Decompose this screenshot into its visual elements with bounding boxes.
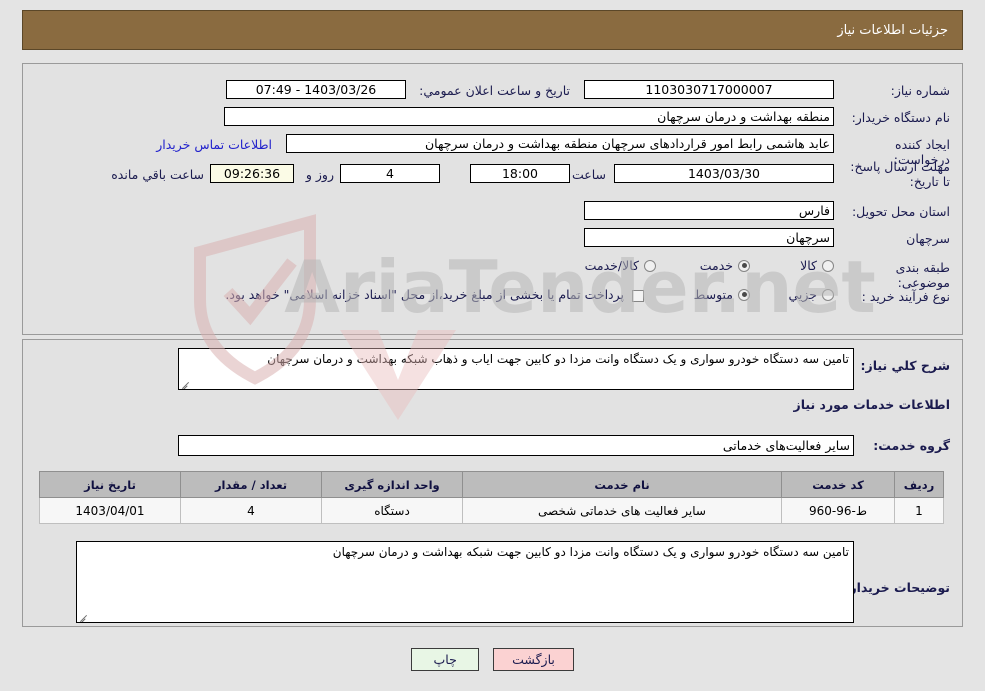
deadline-label: مهلت ارسال پاسخ: تا تاریخ:: [850, 159, 950, 189]
requester-field[interactable]: عابد هاشمی رابط امور قراردادهای سرچهان م…: [286, 134, 834, 153]
cell-index: 1: [894, 497, 944, 524]
col-index: ردیف: [894, 471, 944, 498]
general-description-textarea[interactable]: تامین سه دستگاه خودرو سواری و یک دستگاه …: [178, 348, 854, 390]
remaining-days-label: روز و: [305, 167, 334, 182]
category-option-label-2: کالا/خدمت: [584, 258, 639, 273]
city-field[interactable]: سرچهان: [584, 228, 834, 247]
action-button-bar: بازگشت چاپ: [0, 648, 985, 671]
buyer-org-label: نام دستگاه خریدار:: [851, 110, 950, 125]
resize-grip-icon[interactable]: [181, 379, 191, 389]
remaining-time-label: ساعت باقي مانده: [111, 167, 204, 182]
window-titlebar: جزئیات اطلاعات نیاز: [22, 10, 963, 50]
process-radio-motevasset[interactable]: متوسط: [694, 287, 750, 302]
province-field[interactable]: فارس: [584, 201, 834, 220]
col-quantity: تعداد / مقدار: [180, 471, 322, 498]
radio-icon-kala-khedmat[interactable]: [644, 259, 656, 272]
announcement-datetime-field[interactable]: 1403/03/26 - 07:49: [226, 80, 406, 99]
buyer-notes-label: توضیحات خریدار:: [844, 580, 950, 595]
radio-icon-jozi[interactable]: [822, 288, 834, 301]
need-number-field[interactable]: 1103030717000007: [584, 80, 834, 99]
buyer-org-field[interactable]: منطقه بهداشت و درمان سرچهان: [224, 107, 834, 126]
page-title: جزئیات اطلاعات نیاز: [837, 22, 948, 38]
col-name: نام خدمت: [462, 471, 782, 498]
table-header-row: ردیف کد خدمت نام خدمت واحد اندازه گیری ت…: [39, 471, 944, 498]
deadline-date-field[interactable]: 1403/03/30: [614, 164, 834, 183]
cell-code: ط-96-960: [781, 497, 895, 524]
remaining-days-field[interactable]: 4: [340, 164, 440, 183]
category-radio-khedmat[interactable]: خدمت: [700, 258, 750, 273]
radio-icon-khedmat[interactable]: [738, 259, 750, 272]
radio-icon-kala[interactable]: [822, 259, 834, 272]
col-date: تاریخ نیاز: [39, 471, 181, 498]
category-label: طبقه بندی موضوعی:: [895, 260, 950, 290]
need-info-panel: شماره نیاز: 1103030717000007 تاریخ و ساع…: [22, 63, 963, 335]
category-option-label-1: خدمت: [699, 258, 733, 273]
table-row[interactable]: 1 ط-96-960 سایر فعالیت های خدماتی شخصی د…: [39, 497, 944, 524]
resize-grip-icon-notes[interactable]: [79, 612, 89, 622]
services-table: ردیف کد خدمت نام خدمت واحد اندازه گیری ت…: [39, 471, 944, 524]
deadline-hour-label: ساعت: [571, 167, 606, 182]
treasury-bond-checkbox[interactable]: [632, 290, 644, 302]
buyer-notes-textarea[interactable]: تامین سه دستگاه خودرو سواری و یک دستگاه …: [76, 541, 854, 623]
category-radio-kala[interactable]: کالا: [800, 258, 834, 273]
cell-date: 1403/04/01: [39, 497, 181, 524]
col-unit: واحد اندازه گیری: [321, 471, 463, 498]
process-type-label: نوع فرآیند خرید :: [861, 289, 950, 304]
service-details-panel: شرح کلي نیاز: تامین سه دستگاه خودرو سوار…: [22, 339, 963, 627]
radio-icon-motevasset[interactable]: [738, 288, 750, 301]
cell-quantity: 4: [180, 497, 322, 524]
category-option-label-0: کالا: [800, 258, 817, 273]
print-button[interactable]: چاپ: [411, 648, 480, 671]
process-option-label-0: جزیي: [788, 287, 817, 302]
col-code: کد خدمت: [781, 471, 895, 498]
service-group-label: گروه خدمت:: [873, 438, 950, 453]
buyer-notes-text: تامین سه دستگاه خودرو سواری و یک دستگاه …: [332, 545, 849, 559]
service-group-field[interactable]: سایر فعالیت‌های خدماتی: [178, 435, 854, 456]
cell-unit: دستگاه: [321, 497, 463, 524]
process-option-label-1: متوسط: [693, 287, 733, 302]
category-radio-kala-khedmat[interactable]: کالا/خدمت: [585, 258, 656, 273]
back-button[interactable]: بازگشت: [493, 648, 574, 671]
buyer-contact-link[interactable]: اطلاعات تماس خریدار: [156, 137, 272, 152]
cell-name: سایر فعالیت های خدماتی شخصی: [462, 497, 782, 524]
process-radio-jozi[interactable]: جزیي: [788, 287, 834, 302]
deadline-time-field[interactable]: 18:00: [470, 164, 570, 183]
general-description-text: تامین سه دستگاه خودرو سواری و یک دستگاه …: [267, 352, 849, 366]
province-label: استان محل تحویل:: [851, 204, 950, 219]
general-description-label: شرح کلي نیاز:: [860, 358, 950, 373]
services-section-heading: اطلاعات خدمات مورد نیاز: [793, 397, 951, 412]
need-number-label: شماره نیاز:: [890, 83, 950, 98]
city-label: سرچهان: [906, 231, 950, 246]
treasury-bond-note: پرداخت تمام یا بخشی از مبلغ خرید،از محل …: [225, 287, 624, 302]
remaining-time-field[interactable]: 09:26:36: [210, 164, 294, 183]
announcement-datetime-label: تاریخ و ساعت اعلان عمومي:: [419, 83, 570, 98]
